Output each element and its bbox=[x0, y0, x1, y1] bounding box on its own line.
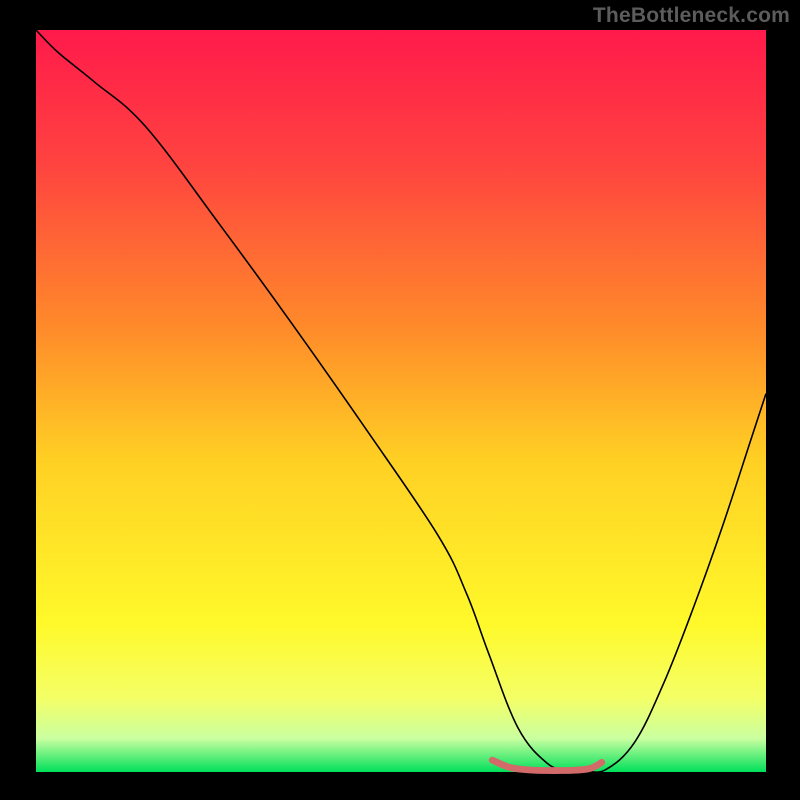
chart-wrap: TheBottleneck.com bbox=[0, 0, 800, 800]
plot-background bbox=[36, 30, 766, 772]
chart-svg bbox=[0, 0, 800, 800]
watermark-text: TheBottleneck.com bbox=[593, 4, 790, 28]
